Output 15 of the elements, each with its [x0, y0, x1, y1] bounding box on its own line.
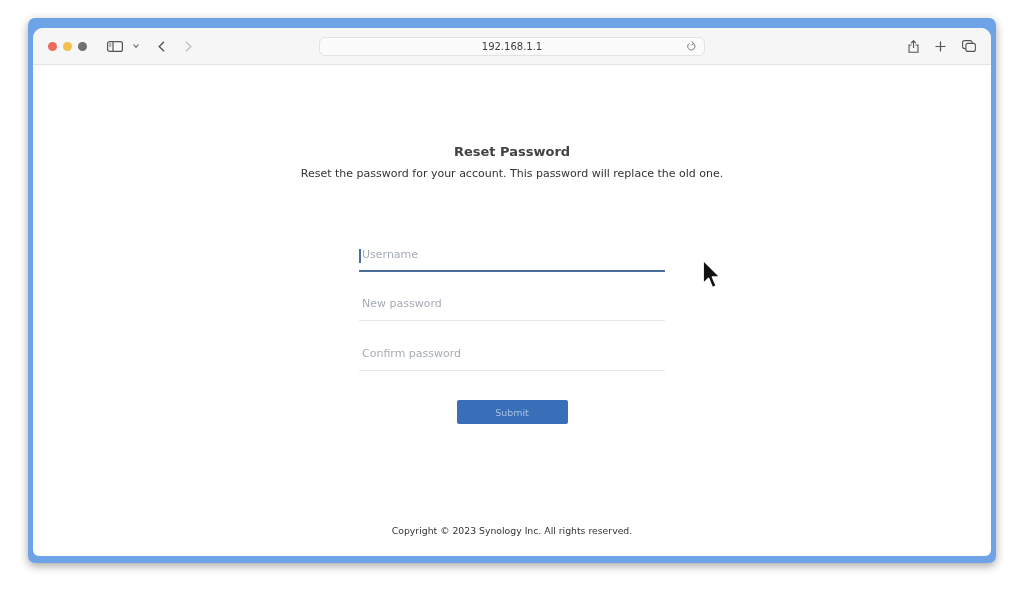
page-title: Reset Password — [453, 144, 571, 160]
page-description: Reset the password for your account. This password will replace the old one. — [300, 166, 724, 182]
address-field[interactable]: 192.168.1.1 — [319, 36, 705, 56]
window-control-icon[interactable] — [78, 41, 87, 51]
tabs-icon[interactable] — [962, 40, 976, 52]
text-field[interactable]: Username — [359, 240, 665, 272]
sidebar-icon[interactable] — [107, 40, 123, 52]
chevron-down-icon[interactable] — [133, 44, 139, 48]
window-control-icon[interactable] — [48, 41, 57, 51]
text-cursor-icon — [359, 249, 361, 263]
back-icon[interactable] — [158, 40, 165, 52]
reload-icon[interactable] — [687, 41, 696, 51]
copyright-text: Copyright © 2023 Synology Inc. All rights reserved. — [391, 525, 633, 537]
plus-icon[interactable] — [935, 40, 946, 52]
share-icon[interactable] — [908, 39, 919, 53]
